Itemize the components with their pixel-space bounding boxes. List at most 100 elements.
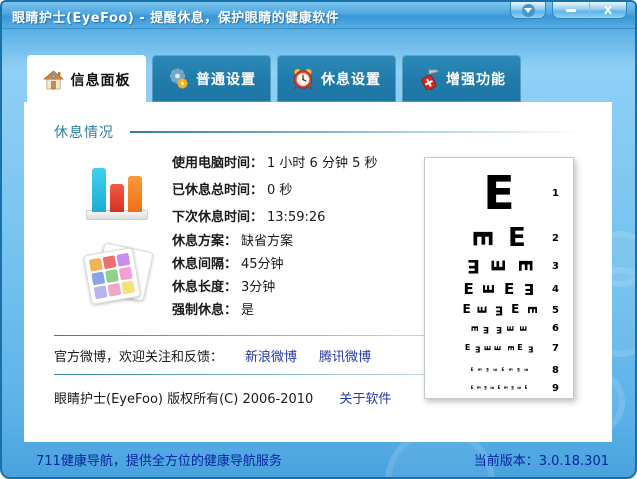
eye-chart-glyph: E [470, 385, 474, 391]
eye-chart-glyph: E [514, 259, 537, 273]
eye-chart: E1EE2EEE3EEEE4EEEEE5EEEEE6EEEEEEE7EEEEEE… [424, 157, 574, 399]
tencent-weibo-link[interactable]: 腾讯微博 [319, 350, 371, 365]
eye-chart-row-number: 3 [552, 260, 559, 272]
menu-button[interactable] [510, 2, 546, 19]
eye-chart-glyph: E [482, 324, 489, 335]
eye-chart-glyph: E [470, 367, 474, 373]
tab-bar: 信息面板 普通设置 休息设置 增强功能 [27, 55, 521, 104]
eye-chart-glyph: E [503, 386, 509, 390]
eye-chart-row-number: 4 [552, 283, 559, 295]
stat-row-rest-length: 休息长度： 3分钟 [172, 280, 276, 295]
eye-chart-glyph: E [494, 303, 504, 318]
minimize-icon [566, 9, 576, 12]
eye-chart-glyph: E [519, 325, 530, 332]
window-title: 眼睛护士(EyeFoo) - 提醒休息，保护眼睛的健康软件 [12, 11, 340, 26]
tab-label: 普通设置 [196, 71, 256, 88]
eye-chart-row-number: 2 [552, 232, 559, 244]
eye-chart-glyph: E [483, 345, 493, 352]
title-bar: 眼睛护士(EyeFoo) - 提醒休息，保护眼睛的健康软件 X [2, 2, 635, 29]
version-label: 当前版本：3.0.18.301 [473, 454, 609, 469]
usage-stats-group: 使用电脑时间： 1 小时 6 分钟 5 秒 已休息总时间： 0 秒 下次休息时间： 1… [62, 150, 378, 231]
section-rule [130, 131, 584, 133]
section-header: 休息情况 [54, 122, 584, 142]
eye-chart-glyph: E [493, 345, 503, 352]
copyright-text: 眼睛护士(EyeFoo) 版权所有(C) 2006-2010 [54, 392, 314, 407]
eye-chart-glyph: E [475, 344, 481, 354]
tab-general-settings[interactable]: 普通设置 [152, 55, 271, 102]
eye-chart-glyph: E [501, 367, 505, 373]
stat-row-next-rest: 下次休息时间： 13:59:26 [172, 210, 326, 225]
eye-chart-row-number: 8 [552, 364, 559, 376]
eye-chart-glyph: E [468, 325, 479, 332]
health-nav-link[interactable]: 711健康导航，提供全方位的健康导航服务 [36, 450, 282, 469]
stat-row-computer-time: 使用电脑时间： 1 小时 6 分钟 5 秒 [172, 156, 378, 171]
stat-row-rested-time: 已休息总时间： 0 秒 [172, 183, 293, 198]
eye-chart-glyph: E [479, 283, 498, 295]
about-software-link[interactable]: 关于软件 [339, 392, 391, 407]
plan-rows: 休息方案： 缺省方案 休息间隔： 45分钟 休息长度： 3分钟 强制休息：是 [172, 230, 293, 322]
eye-chart-glyph: E [524, 280, 535, 298]
footer-bar: 711健康导航，提供全方位的健康导航服务 当前版本：3.0.18.301 [2, 438, 635, 477]
eye-chart-glyph: E [464, 343, 471, 353]
content-panel: 休息情况 使用电脑时间： 1 小时 6 分钟 5 秒 已休息总时间： 0 秒 下次休… [24, 102, 612, 442]
eye-chart-glyph: E [484, 385, 487, 391]
eye-chart-glyph: E [525, 305, 540, 315]
eye-chart-glyph: E [508, 222, 526, 253]
tab-rest-settings[interactable]: 休息设置 [277, 55, 396, 102]
stat-row-rest-interval: 休息间隔： 45分钟 [172, 257, 284, 272]
eye-chart-glyph: E [527, 344, 534, 354]
tab-info-panel[interactable]: 信息面板 [27, 55, 146, 104]
eye-chart-glyph: E [508, 368, 514, 372]
eye-chart-glyph: E [524, 385, 528, 391]
eye-chart-glyph: E [476, 386, 482, 390]
palette-icon [62, 230, 172, 322]
eye-chart-glyph: E [492, 368, 498, 372]
eye-chart-glyph: E [495, 324, 503, 335]
sina-weibo-link[interactable]: 新浪微博 [245, 350, 297, 365]
weibo-text: 官方微博，欢迎关注和反馈： [54, 350, 224, 365]
chevron-down-icon [521, 3, 535, 17]
swiss-knife-icon [421, 69, 439, 90]
eye-chart-glyph: E [516, 386, 522, 390]
eye-chart-glyph: E [511, 385, 514, 391]
minimize-button[interactable] [553, 2, 589, 18]
eye-chart-row-number: 5 [552, 304, 559, 316]
gear-icon [170, 68, 188, 88]
eye-chart-glyph: E [466, 229, 497, 247]
eye-chart-row-number: 7 [552, 343, 559, 354]
tab-enhanced-features[interactable]: 增强功能 [402, 55, 521, 102]
tab-label: 增强功能 [446, 71, 506, 88]
eye-chart-glyph: E [487, 259, 510, 273]
eye-chart-row-number: 1 [552, 187, 559, 199]
eye-chart-glyph: E [516, 367, 520, 373]
stat-row-forced-rest: 强制休息：是 [172, 303, 255, 318]
eye-chart-glyph: E [506, 325, 517, 332]
eye-chart-glyph: E [505, 345, 515, 352]
window-controls: X [510, 2, 627, 19]
eye-chart-glyph: E [489, 386, 495, 390]
eye-chart-row-number: 6 [552, 323, 559, 334]
eye-chart-glyph: E [504, 280, 515, 298]
close-icon: X [603, 4, 613, 17]
close-button[interactable]: X [590, 2, 626, 18]
weibo-row: 官方微博，欢迎关注和反馈： 新浪微博 腾讯微博 [54, 346, 371, 365]
house-icon [42, 69, 64, 89]
eye-chart-glyph: E [466, 255, 480, 278]
eye-chart-glyph: E [477, 368, 483, 372]
usage-rows: 使用电脑时间： 1 小时 6 分钟 5 秒 已休息总时间： 0 秒 下次休息时间： 1… [172, 150, 378, 231]
section-title: 休息情况 [54, 125, 114, 141]
window-control-capsule: X [552, 2, 627, 19]
eye-chart-glyph: E [462, 302, 471, 317]
eye-chart-glyph: E [523, 368, 529, 372]
eye-chart-row-number: 9 [552, 382, 559, 394]
plan-stats-group: 休息方案： 缺省方案 休息间隔： 45分钟 休息长度： 3分钟 强制休息：是 [62, 230, 293, 322]
tab-label: 信息面板 [70, 72, 131, 89]
eye-chart-glyph: E [463, 280, 474, 298]
eye-chart-glyph: E [517, 343, 523, 353]
eye-chart-glyph: E [486, 367, 489, 373]
eye-chart-glyph: E [497, 385, 501, 391]
stat-row-rest-plan: 休息方案： 缺省方案 [172, 234, 294, 249]
eye-chart-glyph: E [483, 165, 515, 220]
copyright-row: 眼睛护士(EyeFoo) 版权所有(C) 2006-2010 关于软件 [54, 388, 391, 407]
bar-chart-icon [62, 150, 172, 231]
